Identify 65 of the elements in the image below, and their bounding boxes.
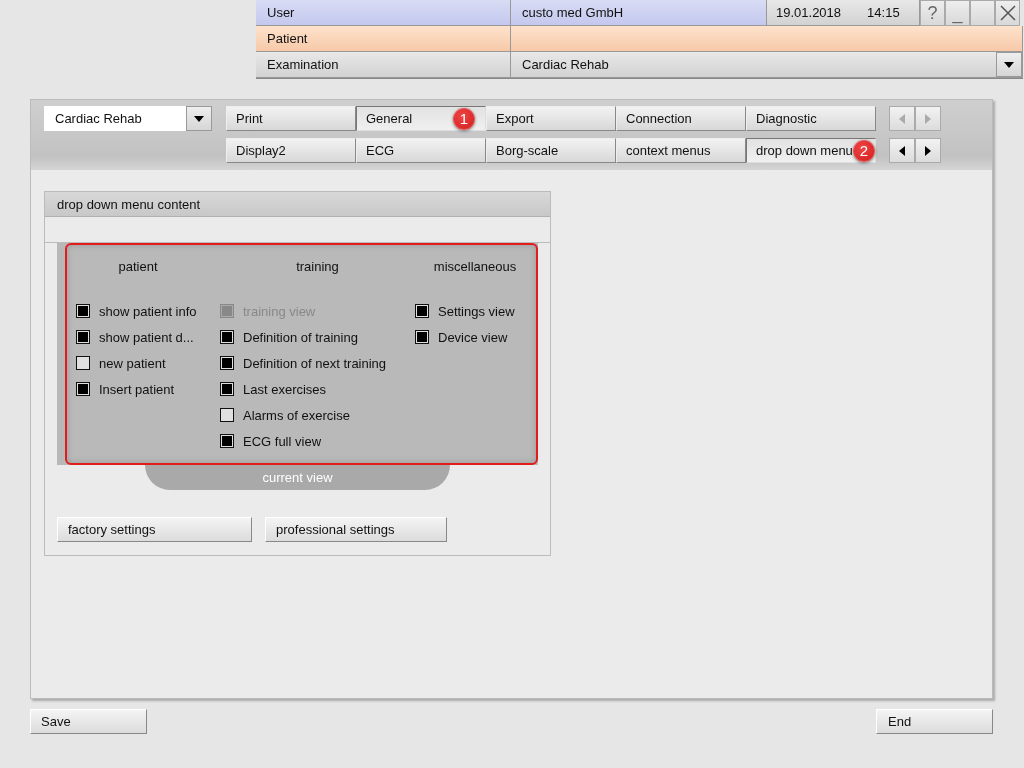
caret-icon: [194, 115, 204, 122]
right-arrow-icon: [925, 113, 931, 124]
minimize-button[interactable]: _: [945, 0, 970, 26]
checkbox-label: show patient info: [99, 303, 197, 319]
checkbox[interactable]: [220, 382, 234, 396]
user-value: custo med GmbH: [511, 0, 767, 26]
patient-field[interactable]: [511, 26, 1023, 52]
checkbox-label: Device view: [438, 329, 508, 345]
checkbox-label: show patient d...: [99, 329, 194, 345]
previous-button[interactable]: [889, 138, 915, 163]
settings-button[interactable]: factory settings: [57, 517, 252, 542]
checkbox-label: Settings view: [438, 303, 515, 319]
left-arrow-icon: [899, 113, 905, 124]
card-title: drop down menu content: [45, 192, 550, 217]
checkbox-label: Insert patient: [99, 381, 175, 397]
checkbox-label: ECG full view: [243, 433, 322, 449]
checkbox[interactable]: [415, 330, 429, 344]
examination-label: Examination: [256, 52, 511, 78]
settings-button[interactable]: professional settings: [265, 517, 447, 542]
checkbox[interactable]: [220, 356, 234, 370]
tab[interactable]: Export: [486, 106, 616, 131]
column-heading: patient: [117, 259, 159, 276]
right-arrow-icon: [925, 145, 931, 156]
caret-icon: [1004, 61, 1014, 68]
column-heading: miscellaneous: [432, 259, 518, 276]
checkbox-label: new patient: [99, 355, 166, 371]
tab[interactable]: Diagnostic: [746, 106, 876, 131]
dropdown-button[interactable]: [996, 52, 1022, 77]
tab[interactable]: Display2: [226, 138, 356, 163]
number-badge: 2: [852, 139, 875, 162]
checkbox[interactable]: [220, 408, 234, 422]
tab[interactable]: Connection: [616, 106, 746, 131]
profile-dropdown[interactable]: Cardiac Rehab: [44, 106, 212, 131]
checkbox-label: Alarms of exercise: [243, 407, 350, 423]
dropdown-button[interactable]: [186, 106, 212, 131]
checkbox[interactable]: [76, 382, 90, 396]
checkbox[interactable]: [220, 434, 234, 448]
date-text: 19.01.2018: [776, 5, 842, 20]
tab[interactable]: context menus: [616, 138, 746, 163]
left-arrow-icon: [899, 145, 905, 156]
user-label: User: [256, 0, 511, 26]
examination-dropdown[interactable]: Cardiac Rehab: [511, 52, 1023, 78]
column-heading: training: [295, 259, 340, 276]
close-button[interactable]: [995, 0, 1020, 26]
end-button[interactable]: End: [876, 709, 993, 734]
patient-label: Patient: [256, 26, 511, 52]
tab[interactable]: Print: [226, 106, 356, 131]
checkbox-label: Last exercises: [243, 381, 327, 397]
tab[interactable]: General 1: [356, 106, 486, 131]
checkbox[interactable]: [220, 330, 234, 344]
checkbox[interactable]: [76, 304, 90, 318]
tab[interactable]: drop down menu 2: [746, 138, 876, 163]
next-button[interactable]: [915, 138, 941, 163]
tab[interactable]: ECG: [356, 138, 486, 163]
checkbox-label: Definition of training: [243, 329, 358, 345]
checkbox-label: Definition of next training: [243, 355, 387, 371]
checkbox[interactable]: [415, 304, 429, 318]
tab[interactable]: Borg-scale: [486, 138, 616, 163]
help-button[interactable]: ?: [920, 0, 945, 26]
number-badge: 1: [453, 107, 475, 130]
save-button[interactable]: Save: [30, 709, 147, 734]
checkbox[interactable]: [76, 356, 90, 370]
checkbox[interactable]: [76, 330, 90, 344]
close-icon: [999, 5, 1016, 21]
time-text: 14:15: [867, 5, 900, 20]
